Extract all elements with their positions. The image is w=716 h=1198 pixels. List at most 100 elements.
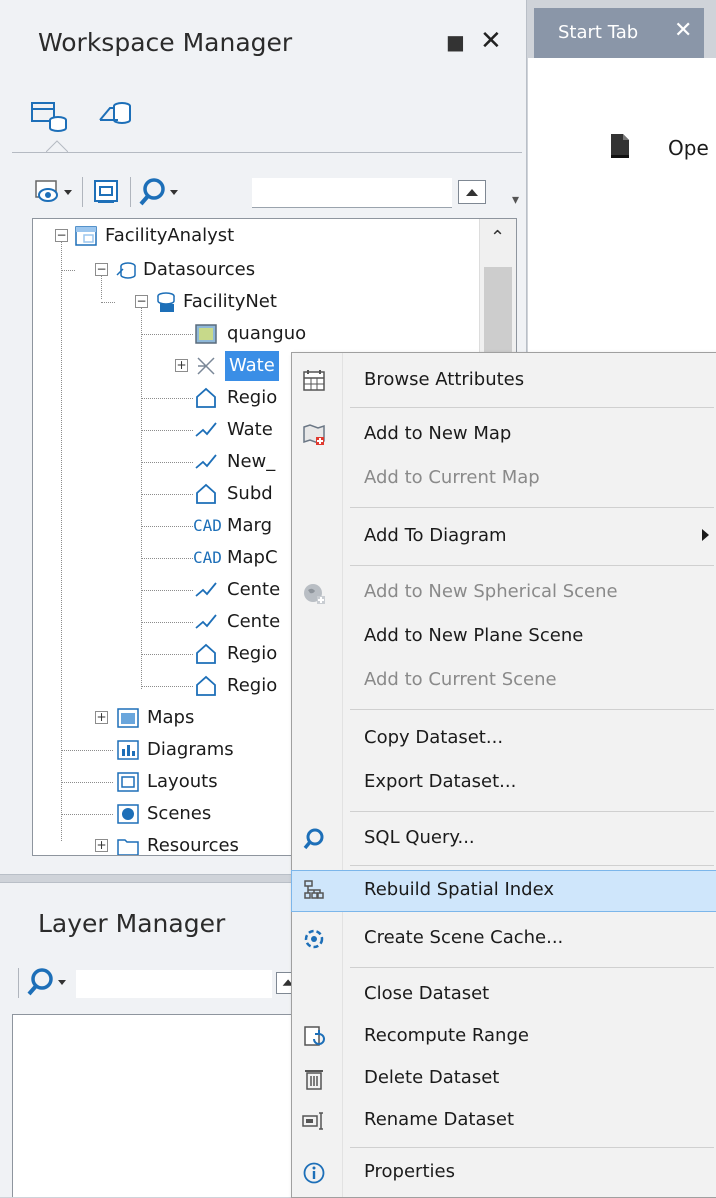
tree-node-label: FacilityAnalyst — [105, 225, 235, 246]
active-tab-notch — [46, 140, 68, 152]
database-icon — [157, 292, 175, 312]
workspace-tab-icon[interactable] — [30, 100, 70, 134]
menu-item-rename-dataset[interactable]: Rename Dataset — [292, 1101, 716, 1141]
line-dataset-icon — [195, 454, 217, 469]
menu-item-label: Export Dataset... — [364, 771, 517, 792]
menu-item-add-to-new-spherical-scene[interactable]: Add to New Spherical Scene — [292, 573, 716, 613]
close-icon[interactable]: ✕ — [480, 26, 502, 56]
line-dataset-icon — [195, 422, 217, 437]
scenes-icon — [117, 804, 139, 824]
tree-guide — [141, 494, 193, 495]
tree-node-label: Resources — [147, 835, 239, 856]
cad-dataset-icon: CAD — [193, 516, 222, 535]
tree-node-label: New_ — [227, 451, 276, 472]
tree-node-datasources[interactable]: − Datasources — [43, 255, 483, 285]
tree-guide — [141, 398, 193, 399]
tree-node-root[interactable]: − FacilityAnalyst — [43, 221, 483, 251]
open-file-icon[interactable] — [610, 133, 630, 159]
tree-node-label: Subd — [227, 483, 273, 504]
tree-guide — [61, 750, 113, 751]
expand-icon[interactable]: + — [95, 711, 108, 724]
menu-item-label: Add to New Map — [364, 423, 512, 444]
menu-separator — [350, 507, 714, 508]
collapse-icon[interactable]: − — [95, 263, 108, 276]
workspace-search-input[interactable] — [252, 178, 452, 208]
expand-icon[interactable]: + — [175, 359, 188, 372]
layer-toolbar — [18, 960, 318, 1004]
tree-guide — [141, 462, 193, 463]
menu-item-label: Properties — [364, 1161, 455, 1182]
menu-item-label: Close Dataset — [364, 983, 490, 1004]
search-icon[interactable] — [26, 966, 70, 998]
region-dataset-icon — [196, 643, 216, 664]
menu-item-add-to-new-map[interactable]: Add to New Map — [292, 415, 716, 455]
tree-node-label: Marg — [227, 515, 273, 536]
menu-item-close-dataset[interactable]: Close Dataset — [292, 975, 716, 1015]
menu-item-rebuild-spatial-index[interactable]: Rebuild Spatial Index — [291, 870, 716, 912]
tab-divider — [12, 152, 522, 153]
menu-item-add-to-diagram[interactable]: Add To Diagram — [292, 517, 716, 557]
resources-icon — [117, 839, 139, 855]
menu-item-delete-dataset[interactable]: Delete Dataset — [292, 1059, 716, 1099]
menu-separator — [350, 709, 714, 710]
rename-icon — [302, 1112, 323, 1130]
tree-node-datasource[interactable]: − FacilityNet — [43, 287, 483, 317]
maps-icon — [117, 708, 139, 728]
attribute-table-icon — [303, 370, 325, 391]
tree-node-dataset[interactable]: quanguo — [43, 319, 483, 349]
tree-node-label: Scenes — [147, 803, 212, 824]
tree-node-label: Datasources — [143, 259, 256, 280]
menu-item-label: Add To Diagram — [364, 525, 507, 546]
expand-icon[interactable]: + — [95, 839, 108, 852]
tree-node-label: Cente — [227, 579, 281, 600]
search-previous-button[interactable] — [458, 180, 486, 204]
chevron-down-icon[interactable]: ▾ — [512, 192, 519, 208]
menu-item-properties[interactable]: Properties — [292, 1153, 716, 1193]
view-options-icon[interactable] — [34, 178, 74, 206]
tree-node-label: Regio — [227, 387, 278, 408]
layer-list[interactable] — [12, 1014, 314, 1197]
tree-node-label: Cente — [227, 611, 281, 632]
line-dataset-icon — [195, 582, 217, 597]
collapse-icon[interactable]: − — [135, 295, 148, 308]
menu-item-label: Recompute Range — [364, 1025, 529, 1046]
menu-item-label: Rename Dataset — [364, 1109, 515, 1130]
layer-search-input[interactable] — [76, 970, 272, 998]
layer-manager-title: Layer Manager — [38, 909, 226, 938]
datasources-icon — [116, 262, 136, 279]
workspace-toolbar: ▾ — [32, 170, 519, 214]
menu-item-add-to-current-scene[interactable]: Add to Current Scene — [292, 661, 716, 701]
menu-item-browse-attributes[interactable]: Browse Attributes — [292, 361, 716, 401]
locate-icon[interactable] — [92, 178, 120, 206]
tree-guide — [141, 558, 193, 559]
menu-item-recompute-range[interactable]: Recompute Range — [292, 1017, 716, 1057]
menu-item-sql-query[interactable]: SQL Query... — [292, 819, 716, 859]
menu-item-copy-dataset[interactable]: Copy Dataset... — [292, 719, 716, 759]
menu-item-add-to-current-map[interactable]: Add to Current Map — [292, 459, 716, 499]
layouts-icon — [117, 772, 139, 792]
cache-icon — [304, 929, 324, 949]
tree-guide — [101, 302, 115, 303]
pin-icon[interactable]: ■ — [446, 30, 465, 54]
menu-item-create-scene-cache[interactable]: Create Scene Cache... — [292, 919, 716, 959]
workspace-icon — [75, 226, 97, 246]
tab-start-label: Start Tab — [558, 22, 639, 43]
collapse-icon[interactable]: − — [55, 229, 68, 242]
close-icon[interactable]: ✕ — [674, 18, 692, 43]
menu-separator — [350, 407, 714, 408]
menu-item-export-dataset[interactable]: Export Dataset... — [292, 763, 716, 803]
submenu-arrow-icon — [702, 529, 709, 541]
workspace-manager-title: Workspace Manager — [38, 28, 293, 57]
chevron-up-icon[interactable]: ⌃ — [490, 227, 505, 248]
menu-item-label: Browse Attributes — [364, 369, 525, 390]
data-tab-icon[interactable] — [96, 98, 136, 132]
menu-item-add-to-new-plane-scene[interactable]: Add to New Plane Scene — [292, 617, 716, 657]
search-icon[interactable] — [138, 176, 182, 208]
menu-separator — [350, 967, 714, 968]
menu-item-label: Add to Current Scene — [364, 669, 557, 690]
menu-separator — [350, 1147, 714, 1148]
tree-node-label: FacilityNet — [183, 291, 277, 312]
diagrams-icon — [117, 740, 139, 760]
menu-item-label: Add to New Plane Scene — [364, 625, 584, 646]
open-link[interactable]: Ope — [668, 136, 709, 160]
